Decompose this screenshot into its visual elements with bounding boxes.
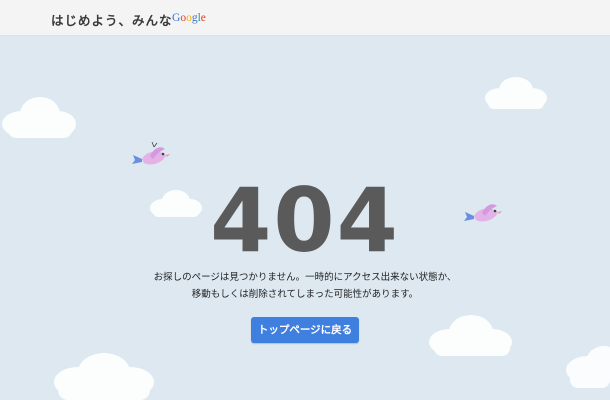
google-logo[interactable]: Google <box>172 12 206 24</box>
google-logo-letter: e <box>200 12 206 24</box>
cloud-icon <box>54 353 154 400</box>
google-logo-letter: G <box>172 12 181 24</box>
cloud-icon <box>485 77 547 109</box>
error-message-line2: 移動もしくは削除されてしまった可能性があります。 <box>191 289 419 300</box>
cloud-icon <box>429 315 512 356</box>
header-bar: はじめよう、みんな Google <box>0 0 610 36</box>
error-code: 404 <box>210 169 400 272</box>
back-to-top-button[interactable]: トップページに戻る <box>251 317 359 343</box>
cloud-icon <box>2 97 76 138</box>
brand-title[interactable]: はじめよう、みんな <box>51 10 173 29</box>
cloud-icon <box>566 346 610 388</box>
bird-icon <box>132 141 170 165</box>
error-message-line1: お探しのページは見つかりません。一時的にアクセス出来ない状態か、 <box>153 272 457 283</box>
